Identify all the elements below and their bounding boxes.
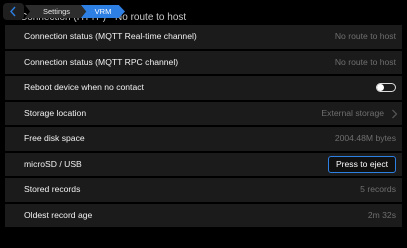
row-value: No route to host — [334, 56, 396, 67]
row-value: 2004.48M bytes — [334, 133, 396, 143]
toggle-knob — [377, 84, 384, 91]
header-bar: Settings VRM — [0, 0, 407, 24]
settings-list: Connection status (MQTT Real-time channe… — [0, 25, 407, 229]
row-label: Connection status (MQTT Real-time channe… — [24, 31, 197, 41]
reboot-toggle[interactable] — [376, 83, 396, 92]
row-label: Free disk space — [24, 133, 85, 143]
breadcrumb-settings[interactable]: Settings — [25, 5, 88, 18]
row-value: No route to host — [334, 31, 396, 41]
list-item-storage-location[interactable]: Storage location External storage — [5, 101, 402, 125]
row-label: Reboot device when no contact — [24, 82, 144, 92]
list-item-free-disk-space[interactable]: Free disk space 2004.48M bytes — [5, 127, 402, 151]
back-button[interactable] — [3, 3, 24, 20]
chevron-right-icon — [392, 109, 398, 118]
row-label: Oldest record age — [24, 209, 93, 220]
row-label: microSD / USB — [24, 158, 82, 169]
list-item-oldest-record-age[interactable]: Oldest record age 2m 32s — [5, 203, 402, 227]
screen: Connection (HTTP) - No route to host Set… — [0, 0, 407, 248]
breadcrumb-vrm[interactable]: VRM — [81, 5, 125, 18]
row-value: 2m 32s — [367, 209, 396, 220]
list-item-mqtt-realtime[interactable]: Connection status (MQTT Real-time channe… — [5, 25, 402, 49]
list-item-reboot-no-contact[interactable]: Reboot device when no contact — [5, 76, 402, 100]
row-label: Storage location — [24, 107, 87, 118]
list-item-microsd-usb[interactable]: microSD / USB Press to eject — [5, 152, 402, 176]
row-value: 5 records — [360, 184, 396, 194]
row-label: Connection status (MQTT RPC channel) — [24, 56, 179, 67]
row-value: External storage — [321, 107, 384, 118]
list-item-stored-records[interactable]: Stored records 5 records — [5, 178, 402, 202]
list-item-mqtt-rpc[interactable]: Connection status (MQTT RPC channel) No … — [5, 50, 402, 74]
row-label: Stored records — [24, 184, 81, 194]
chevron-left-icon — [10, 6, 16, 17]
eject-button[interactable]: Press to eject — [327, 155, 396, 173]
